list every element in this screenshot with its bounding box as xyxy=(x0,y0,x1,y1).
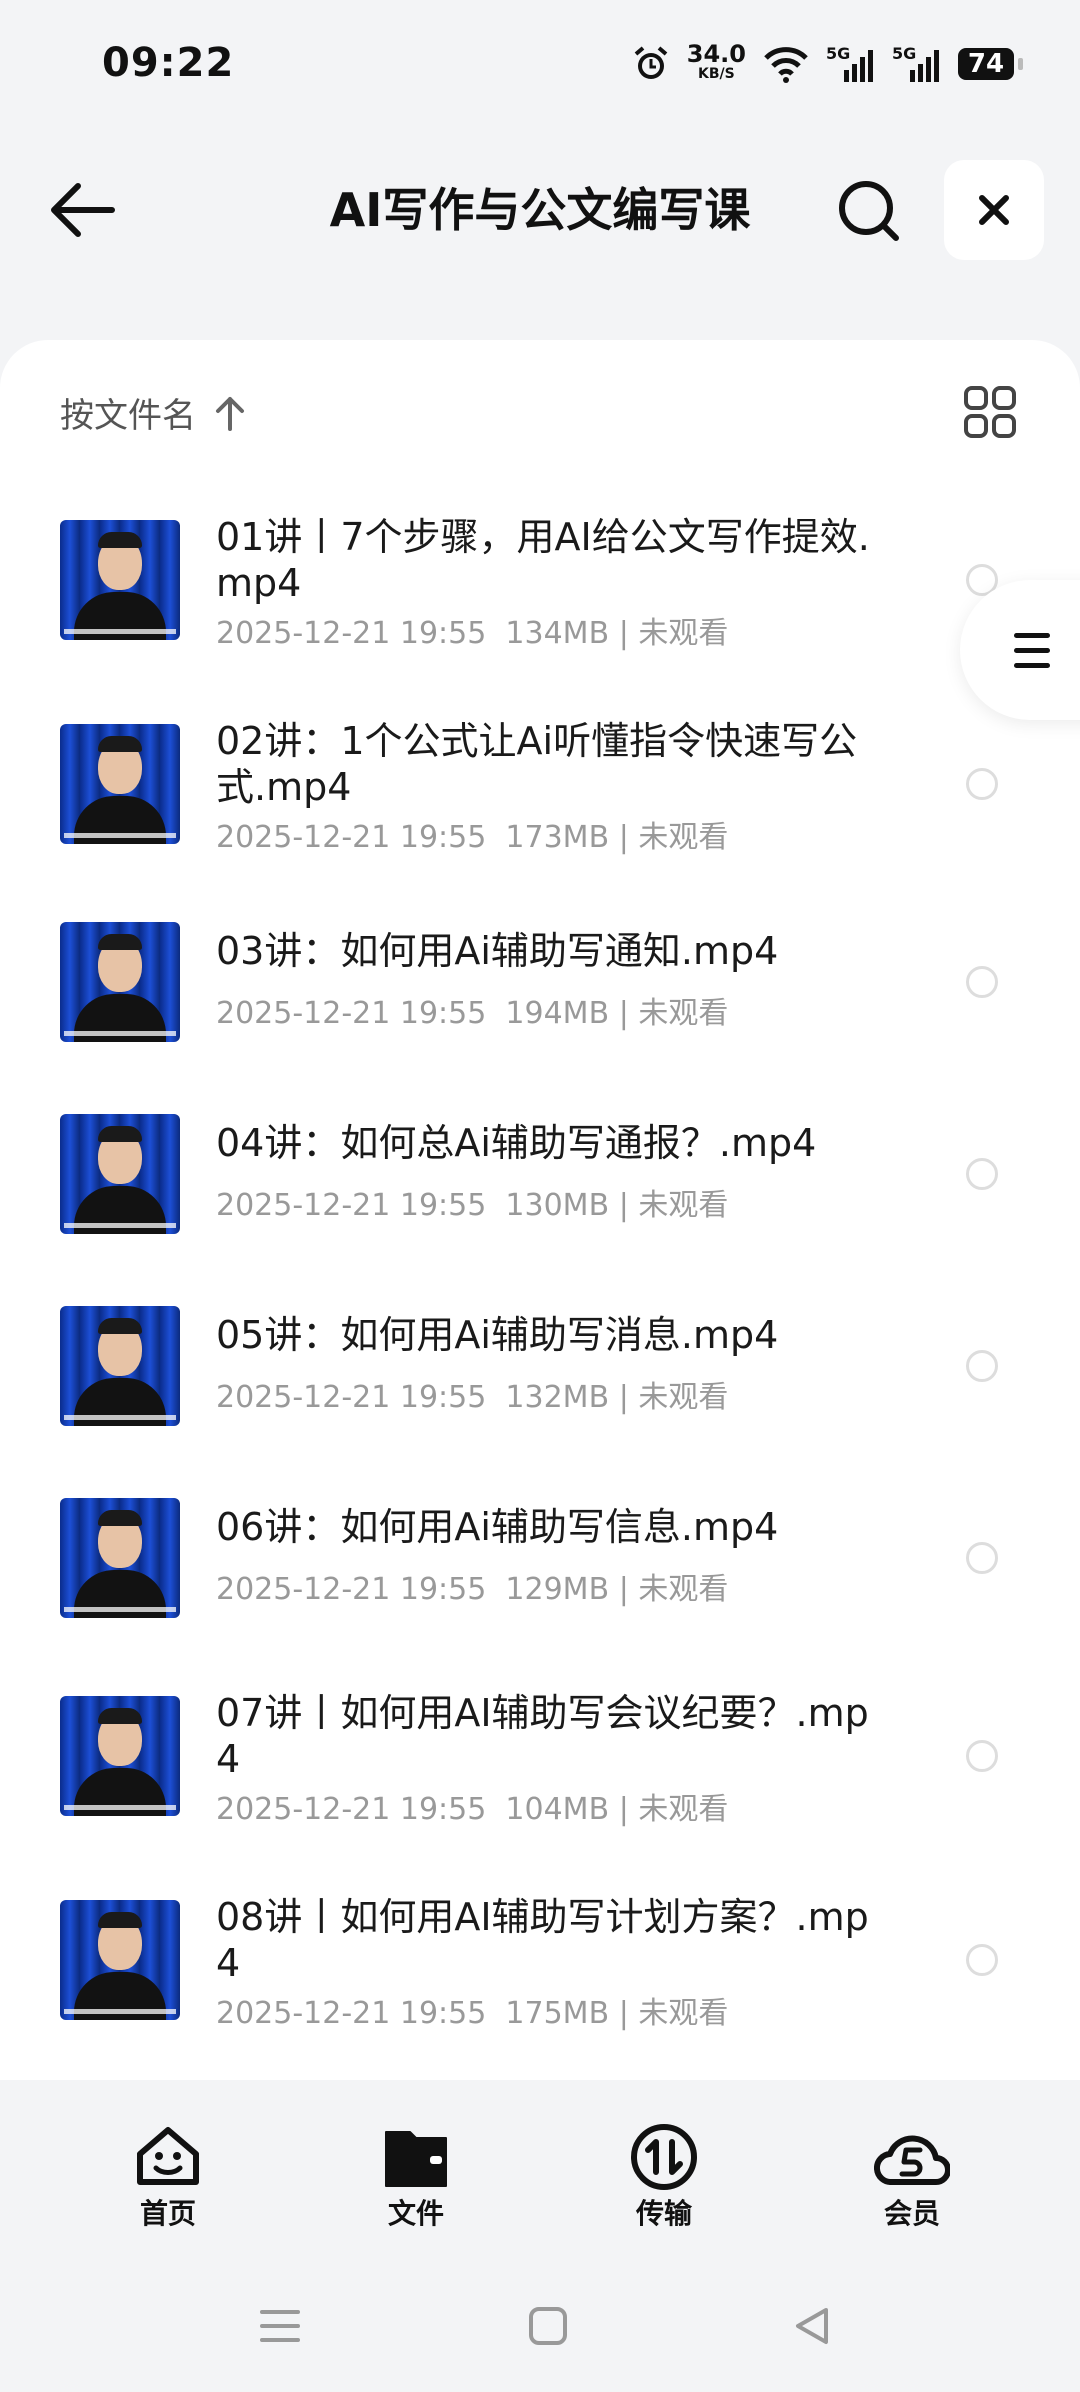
tab-home[interactable]: 首页 xyxy=(88,2124,248,2232)
file-meta: 2025-12-21 19:55 134MB | 未观看 xyxy=(216,616,729,651)
file-meta: 2025-12-21 19:55 173MB | 未观看 xyxy=(216,820,729,855)
transfer-icon xyxy=(631,2124,697,2190)
cloud-s-icon xyxy=(874,2135,950,2186)
battery-indicator: 74 xyxy=(958,48,1023,80)
bottom-tab-bar: 首页 文件 传输 会员 xyxy=(0,2080,1080,2260)
file-name: 05讲：如何用Ai辅助写消息.mp4 xyxy=(216,1313,779,1357)
system-navigation-bar xyxy=(0,2260,1080,2392)
file-meta: 2025-12-21 19:55 129MB | 未观看 xyxy=(216,1572,729,1607)
file-list-panel: 按文件名 01讲丨7个步骤，用AI给公文写作提效.mp4 2025-12-21 … xyxy=(0,340,1080,2080)
file-name: 02讲：1个公式让Ai听懂指令快速写公式.mp4 xyxy=(216,719,858,809)
video-thumbnail xyxy=(60,1696,180,1816)
file-name: 03讲：如何用Ai辅助写通知.mp4 xyxy=(216,929,779,973)
wallet-folder-icon xyxy=(385,2131,447,2187)
net-speed: 34.0 KB/S xyxy=(686,40,746,82)
close-button[interactable] xyxy=(944,160,1044,260)
home-square-icon[interactable] xyxy=(528,2306,568,2346)
file-row[interactable]: 08讲丨如何用AI辅助写计划方案？.mp4 2025-12-21 19:55 1… xyxy=(0,340,1080,2031)
tab-transfer[interactable]: 传输 xyxy=(584,2124,744,2232)
file-name: 06讲：如何用Ai辅助写信息.mp4 xyxy=(216,1505,779,1549)
signal-bars-icon xyxy=(910,50,939,82)
video-thumbnail xyxy=(60,1306,180,1426)
file-meta: 2025-12-21 19:55 194MB | 未观看 xyxy=(216,996,729,1031)
file-name: 01讲丨7个步骤，用AI给公文写作提效.mp4 xyxy=(216,515,870,605)
smile-face-icon xyxy=(137,2127,199,2185)
close-icon xyxy=(979,195,1009,225)
page-title: AI写作与公文编写课 xyxy=(329,183,751,237)
wifi-icon xyxy=(764,47,808,83)
tab-label: 文件 xyxy=(387,2197,444,2230)
select-radio[interactable] xyxy=(966,768,998,800)
select-radio[interactable] xyxy=(966,1944,998,1976)
signal-2: 5G xyxy=(892,44,942,84)
select-radio[interactable] xyxy=(966,1158,998,1190)
video-thumbnail xyxy=(60,1900,180,2020)
status-bar: 09:22 34.0 KB/S 5G 5G 74 xyxy=(0,0,1080,130)
file-meta: 2025-12-21 19:55 104MB | 未观看 xyxy=(216,1792,729,1827)
video-thumbnail xyxy=(60,922,180,1042)
search-icon[interactable] xyxy=(834,176,904,246)
video-thumbnail xyxy=(60,520,180,640)
tab-label: 会员 xyxy=(883,2197,940,2230)
select-radio[interactable] xyxy=(966,966,998,998)
back-triangle-icon[interactable] xyxy=(792,2306,832,2346)
signal-1: 5G xyxy=(826,44,876,84)
tab-label: 首页 xyxy=(139,2197,196,2230)
alarm-icon xyxy=(634,46,668,79)
video-thumbnail xyxy=(60,1114,180,1234)
video-thumbnail xyxy=(60,1498,180,1618)
tab-files[interactable]: 文件 xyxy=(336,2124,496,2232)
tab-membership[interactable]: 会员 xyxy=(832,2124,992,2232)
top-bar: AI写作与公文编写课 xyxy=(0,150,1080,270)
tab-label: 传输 xyxy=(635,2197,692,2230)
select-radio[interactable] xyxy=(966,1740,998,1772)
signal-bars-icon xyxy=(844,50,873,82)
file-name: 08讲丨如何用AI辅助写计划方案？.mp4 xyxy=(216,1895,869,1985)
file-name: 04讲：如何总Ai辅助写通报？.mp4 xyxy=(216,1121,817,1165)
select-radio[interactable] xyxy=(966,1350,998,1382)
file-meta: 2025-12-21 19:55 175MB | 未观看 xyxy=(216,1996,729,2031)
menu-icon[interactable] xyxy=(258,2306,302,2346)
select-radio[interactable] xyxy=(966,1542,998,1574)
file-name: 07讲丨如何用AI辅助写会议纪要？.mp4 xyxy=(216,1691,869,1781)
status-icons: 34.0 KB/S 5G 5G 74 xyxy=(631,40,1023,84)
video-thumbnail xyxy=(60,724,180,844)
status-time: 09:22 xyxy=(102,40,235,86)
file-meta: 2025-12-21 19:55 130MB | 未观看 xyxy=(216,1188,729,1223)
file-meta: 2025-12-21 19:55 132MB | 未观看 xyxy=(216,1380,729,1415)
